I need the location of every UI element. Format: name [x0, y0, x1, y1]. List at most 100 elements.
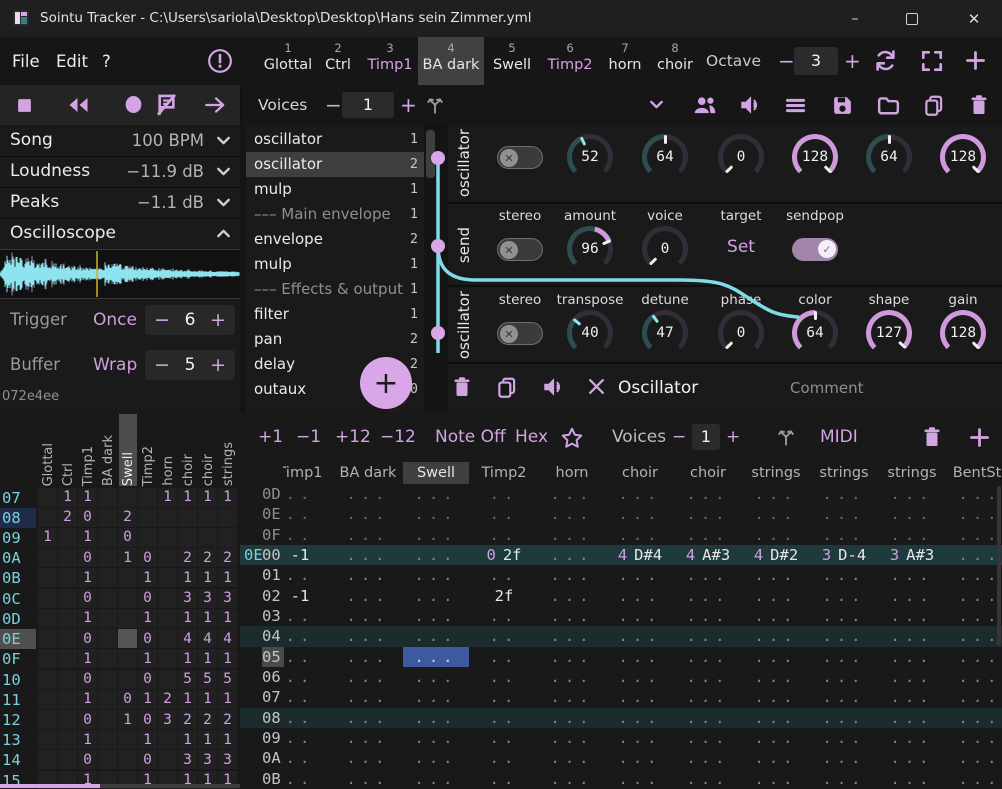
pattern-cell-empty[interactable]: ... [402, 545, 470, 565]
unit-list-item-envelope[interactable]: envelope 2 [246, 227, 424, 252]
order-cell[interactable]: 5 [178, 670, 197, 689]
order-cell[interactable]: 5 [218, 670, 237, 689]
pattern-voices-value[interactable]: 1 [692, 424, 720, 450]
chevron-up-icon[interactable] [213, 223, 234, 244]
order-cell[interactable] [98, 528, 117, 547]
toggle-stereo[interactable]: ✕ [497, 322, 543, 345]
pattern-cell-empty[interactable]: .. [266, 687, 334, 707]
knob-amount[interactable]: 96 [567, 226, 613, 272]
sync-icon[interactable] [872, 47, 899, 74]
pattern-cell[interactable]: 4D#2 [742, 545, 810, 565]
pattern-cell-empty[interactable]: ... [810, 748, 878, 768]
order-cell[interactable]: 2 [198, 710, 217, 729]
pattern-cell-empty[interactable]: ... [334, 748, 402, 768]
order-cell[interactable]: 0 [78, 508, 97, 527]
pattern-cell-empty[interactable]: .. [470, 504, 538, 524]
knob-detune[interactable]: 47 [642, 310, 688, 356]
pattern-cell-empty[interactable]: .. [470, 626, 538, 646]
order-cell[interactable]: 1 [178, 609, 197, 628]
order-cell[interactable] [158, 609, 177, 628]
pattern-cell[interactable]: 4A#3 [674, 545, 742, 565]
transpose-button-minus1[interactable]: −1 [296, 412, 321, 462]
order-cell[interactable] [98, 670, 117, 689]
knob-phase[interactable]: 0 [718, 134, 764, 180]
pattern-cell-empty[interactable]: ... [810, 647, 878, 667]
instrument-tab-horn[interactable]: 7 horn [600, 37, 650, 85]
pattern-cell-empty[interactable]: ... [878, 626, 946, 646]
pattern-cell[interactable]: 3D-4 [810, 545, 878, 565]
pattern-cell-empty[interactable]: ... [810, 626, 878, 646]
pattern-cell-empty[interactable]: ... [946, 708, 1002, 728]
knob-color[interactable]: 64 [792, 310, 838, 356]
trigger-mode-button[interactable]: Once [93, 304, 137, 336]
order-cell[interactable]: 1 [38, 528, 57, 547]
pattern-cell-empty[interactable]: ... [674, 586, 742, 606]
order-cell[interactable]: 3 [198, 750, 217, 769]
knob-transpose[interactable]: 52 [567, 134, 613, 180]
send-target-button[interactable]: Set [727, 237, 755, 257]
pattern-cell-empty[interactable]: ... [402, 708, 470, 728]
knob-shape[interactable]: 127 [866, 310, 912, 356]
pattern-cell-empty[interactable]: ... [742, 565, 810, 585]
clear-unit-icon[interactable] [586, 376, 607, 397]
order-cell[interactable] [118, 730, 137, 749]
order-cell[interactable] [58, 690, 77, 709]
save-icon[interactable] [831, 94, 854, 117]
pattern-cell-empty[interactable]: ... [742, 647, 810, 667]
pattern-cell-empty[interactable]: ... [946, 687, 1002, 707]
pattern-scrollbar[interactable] [997, 486, 1001, 646]
pattern-cell-empty[interactable]: ... [810, 667, 878, 687]
pattern-track-header-bentstr-10[interactable]: BentStr [947, 462, 1002, 484]
pattern-cell-empty[interactable]: ... [334, 606, 402, 626]
pattern-cell-empty[interactable]: ... [538, 626, 606, 646]
panel-row-song[interactable]: Song 100 BPM [0, 125, 240, 157]
pattern-cell-empty[interactable]: ... [810, 586, 878, 606]
split-track-icon[interactable] [775, 426, 797, 448]
pattern-cursor-cell[interactable]: ... [403, 647, 469, 667]
order-cell[interactable] [198, 508, 217, 527]
pattern-cell-empty[interactable]: ... [674, 769, 742, 789]
pattern-cell-empty[interactable]: ... [334, 647, 402, 667]
add-instrument-icon[interactable] [964, 49, 987, 72]
order-track-header-swell[interactable]: Swell [119, 414, 137, 486]
order-cell[interactable]: 3 [218, 750, 237, 769]
pattern-cell-empty[interactable]: ... [742, 708, 810, 728]
pattern-track-header-strings-8[interactable]: strings [811, 462, 877, 484]
toggle-sendpop[interactable]: ✓ [792, 238, 838, 261]
order-cell[interactable]: 0 [118, 690, 137, 709]
order-track-header-horn[interactable]: horn [159, 414, 177, 486]
order-cell[interactable]: 1 [178, 568, 197, 587]
note-tracking-off-icon[interactable] [154, 92, 179, 117]
order-cell[interactable]: 1 [218, 488, 237, 507]
menu-item-edit[interactable]: Edit [56, 37, 88, 85]
pattern-cell-empty[interactable]: ... [674, 606, 742, 626]
pattern-cell-empty[interactable]: .. [266, 647, 334, 667]
pattern-cell-empty[interactable]: ... [810, 504, 878, 524]
instrument-tab-swell[interactable]: 5 Swell [484, 37, 540, 85]
order-cell[interactable] [38, 730, 57, 749]
pattern-cell-empty[interactable]: ... [334, 484, 402, 504]
pattern-cell-empty[interactable]: ... [946, 748, 1002, 768]
pattern-track-header-choir-6[interactable]: choir [675, 462, 741, 484]
knob-transpose[interactable]: 40 [567, 310, 613, 356]
buffer-increment[interactable]: + [210, 356, 226, 375]
order-cell[interactable]: 2 [218, 548, 237, 567]
pattern-voices-decrement[interactable]: − [672, 412, 686, 462]
pattern-cell-empty[interactable]: ... [878, 667, 946, 687]
order-cell[interactable]: 0 [138, 670, 157, 689]
pattern-cell-empty[interactable]: ... [674, 728, 742, 748]
order-cell[interactable]: 1 [78, 528, 97, 547]
pattern-cell-empty[interactable]: ... [606, 606, 674, 626]
pattern-cell-empty[interactable]: ... [742, 667, 810, 687]
order-cell[interactable] [58, 589, 77, 608]
pattern-cell-empty[interactable]: ... [878, 728, 946, 748]
buffer-mode-button[interactable]: Wrap [93, 349, 137, 381]
solo-unit-icon[interactable] [541, 376, 565, 398]
order-cell[interactable] [38, 568, 57, 587]
knob-color[interactable]: 128 [792, 134, 838, 180]
star-icon[interactable] [560, 426, 584, 450]
unit-list-item-pan[interactable]: pan 2 [246, 327, 424, 352]
pattern-cell-empty[interactable]: ... [334, 687, 402, 707]
pattern-cell-empty[interactable]: .. [266, 708, 334, 728]
pattern-cell-empty[interactable]: ... [946, 484, 1002, 504]
